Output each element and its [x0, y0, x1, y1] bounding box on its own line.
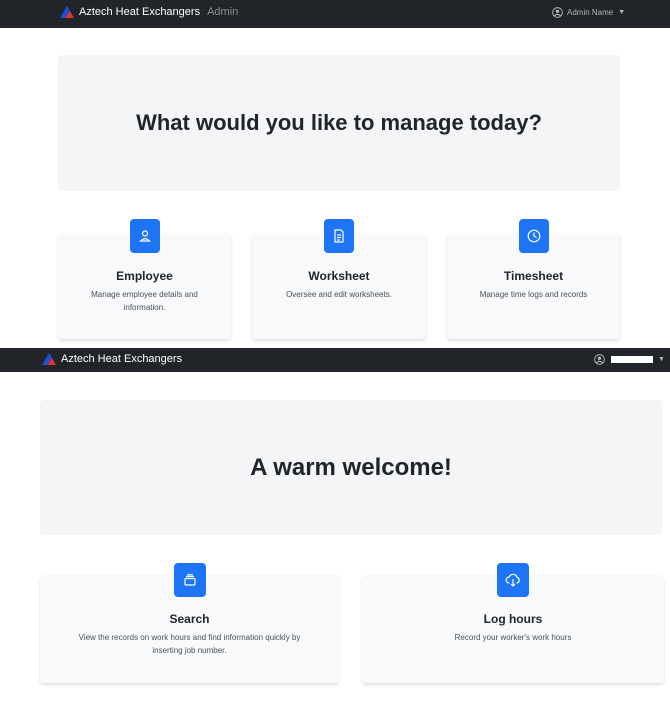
card-text: Manage employee details and information. [91, 290, 198, 312]
top-hero: What would you like to manage today? [58, 55, 620, 191]
card-text: Record your worker's work hours [454, 633, 572, 642]
card-text: View the records on work hours and find … [78, 633, 301, 655]
card-title: Employee [116, 269, 173, 283]
redacted-user-name [611, 356, 653, 363]
employee-card[interactable]: Employee Manage employee details and inf… [58, 219, 231, 339]
user-menu[interactable]: Admin Name ▼ [552, 7, 625, 18]
layers-icon [173, 563, 206, 597]
card-text: Oversee and edit worksheets. [286, 290, 392, 299]
brand-link[interactable]: Aztech Heat Exchangers [42, 353, 182, 365]
page-title: A warm welcome! [250, 453, 452, 481]
log-hours-card[interactable]: Log hours Record your worker's work hour… [362, 563, 664, 683]
chevron-down-icon: ▼ [618, 9, 626, 16]
document-icon [324, 219, 354, 253]
timesheet-card[interactable]: Timesheet Manage time logs and records [447, 219, 620, 339]
worksheet-card[interactable]: Worksheet Oversee and edit worksheets. [252, 219, 426, 339]
card-text: Manage time logs and records [479, 290, 588, 299]
card-title: Worksheet [308, 269, 370, 283]
chevron-down-icon: ▼ [658, 356, 665, 363]
brand-logo-icon [60, 6, 74, 18]
brand-name: Aztech Heat Exchangers [61, 353, 183, 365]
user-circle-icon [552, 7, 563, 18]
top-navbar: Aztech Heat Exchangers Admin Admin Name … [0, 0, 670, 28]
brand-name: Aztech Heat Exchangers [79, 6, 201, 18]
cloud-download-icon [497, 563, 529, 597]
user-circle-icon [594, 354, 605, 365]
brand-logo-icon [42, 353, 56, 365]
user-menu[interactable]: ▼ [594, 354, 665, 365]
search-card[interactable]: Search View the records on work hours an… [40, 563, 339, 683]
card-title: Timesheet [503, 269, 564, 283]
brand-link[interactable]: Aztech Heat Exchangers Admin [60, 6, 238, 18]
bottom-navbar: Aztech Heat Exchangers ▼ [0, 348, 670, 372]
card-title: Search [169, 612, 210, 626]
role-label: Admin [207, 6, 239, 18]
clock-icon [518, 219, 549, 253]
page-title: What would you like to manage today? [136, 110, 542, 135]
user-icon [129, 219, 160, 253]
card-title: Log hours [483, 612, 543, 626]
user-name: Admin Name [567, 8, 614, 17]
bottom-hero: A warm welcome! [40, 400, 662, 535]
